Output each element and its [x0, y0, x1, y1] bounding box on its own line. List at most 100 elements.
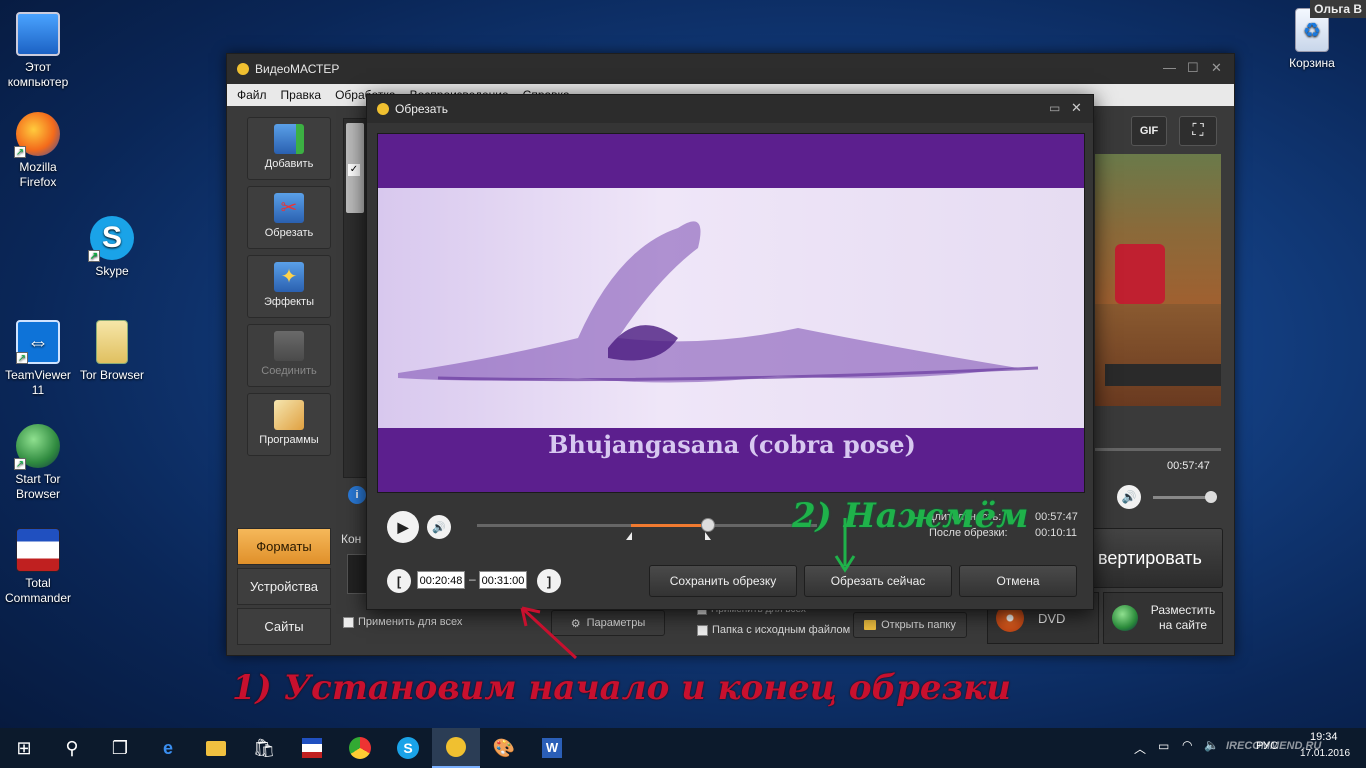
- join-button[interactable]: Соединить: [247, 324, 331, 387]
- window-title: ВидеоМАСТЕР: [255, 62, 340, 76]
- time-separator: –: [469, 572, 476, 586]
- join-film-icon: [274, 331, 304, 361]
- scissors-film-icon: ✂: [274, 193, 304, 223]
- source-folder-checkbox[interactable]: Папка с исходным файлом: [697, 624, 850, 636]
- start-marker[interactable]: [620, 532, 632, 540]
- video-frame: Bhujangasana (cobra pose): [377, 133, 1085, 493]
- speaker-icon[interactable]: 🔈: [1204, 738, 1219, 752]
- close-icon[interactable]: ✕: [1211, 60, 1222, 76]
- app-logo-icon: [237, 63, 249, 75]
- desktop-icon-firefox[interactable]: ↗ Mozilla Firefox: [0, 112, 76, 190]
- annotation-arrow-red: [520, 606, 578, 660]
- menu-file[interactable]: Файл: [237, 88, 267, 102]
- tab-devices[interactable]: Устройства: [237, 568, 331, 605]
- desktop-icon-skype[interactable]: S ↗ Skype: [74, 216, 150, 279]
- set-end-button[interactable]: ]: [537, 569, 561, 593]
- video-caption: Bhujangasana (cobra pose): [548, 430, 916, 459]
- total-commander-taskbar-icon[interactable]: [288, 728, 336, 768]
- teamviewer-icon: ⇔ ↗: [16, 320, 60, 364]
- main-titlebar: ВидеоМАСТЕР — ☐ ✕: [227, 54, 1234, 84]
- word-icon[interactable]: W: [528, 728, 576, 768]
- desktop-icon-start-tor[interactable]: ↗ Start Tor Browser: [0, 424, 76, 502]
- preview-volume-icon[interactable]: 🔊: [1117, 485, 1141, 509]
- firefox-icon: ↗: [14, 112, 60, 158]
- annotation-step2: 2) Нажмём: [792, 496, 1029, 536]
- folder-icon: [864, 620, 877, 630]
- fullscreen-icon[interactable]: ⛶: [1179, 116, 1217, 146]
- desktop-icon-computer[interactable]: Этот компьютер: [0, 12, 76, 90]
- add-film-icon: [274, 124, 304, 154]
- dialog-title: Обрезать: [395, 102, 448, 116]
- open-folder-button[interactable]: Открыть папку: [853, 612, 967, 638]
- add-button[interactable]: Добавить: [247, 117, 331, 180]
- post-site-button[interactable]: Разместить на сайте: [1103, 592, 1223, 644]
- paint-icon[interactable]: 🎨: [480, 728, 528, 768]
- cobra-pose-illustration: [378, 188, 1084, 428]
- preview-volume-knob[interactable]: [1205, 491, 1217, 503]
- tray-chevron-icon[interactable]: ︿: [1134, 740, 1146, 757]
- skype-taskbar-icon[interactable]: S: [384, 728, 432, 768]
- end-time-input[interactable]: 00:31:00: [479, 571, 527, 589]
- timeline-selection: [631, 524, 701, 527]
- tor-browser-icon: [96, 320, 128, 364]
- gif-button[interactable]: GIF: [1131, 116, 1167, 146]
- preview-video: [1095, 154, 1221, 406]
- watermark: IRECOMMEND.RU: [1226, 740, 1322, 752]
- chrome-icon[interactable]: [336, 728, 384, 768]
- globe-icon: [1112, 605, 1138, 631]
- desktop-icon-tor-browser[interactable]: Tor Browser: [74, 320, 150, 383]
- info-icon[interactable]: i: [348, 486, 366, 504]
- programs-button[interactable]: Программы: [247, 393, 331, 456]
- volume-icon[interactable]: 🔊: [427, 515, 451, 539]
- preview-volume-slider[interactable]: [1153, 496, 1211, 499]
- end-marker[interactable]: [705, 532, 717, 540]
- annotation-step1: 1) Установим начало и конец обрезки: [232, 668, 1011, 708]
- conversion-label: Кон: [341, 532, 362, 546]
- dialog-maximize-icon[interactable]: ▭: [1049, 101, 1060, 115]
- after-cut-value: 00:10:11: [1035, 527, 1078, 539]
- dialog-titlebar: Обрезать ▭ ✕: [367, 95, 1093, 123]
- sparkle-effects-icon: ✦: [274, 262, 304, 292]
- start-windows-icon[interactable]: ⊞: [0, 728, 48, 768]
- duration-value: 00:57:47: [1035, 511, 1078, 523]
- cut-now-button[interactable]: Обрезать сейчас: [804, 565, 952, 597]
- cancel-button[interactable]: Отмена: [959, 565, 1077, 597]
- file-explorer-icon[interactable]: [192, 728, 240, 768]
- edge-icon[interactable]: e: [144, 728, 192, 768]
- desktop-icon-total-commander[interactable]: Total Commander: [0, 528, 76, 606]
- apply-all-checkbox[interactable]: Применить для всех: [343, 616, 462, 628]
- timeline-playhead[interactable]: [701, 518, 715, 532]
- file-checkbox[interactable]: ✓: [348, 164, 360, 176]
- dialog-close-icon[interactable]: ✕: [1071, 100, 1082, 116]
- user-label: Ольга В: [1310, 0, 1366, 18]
- tab-sites[interactable]: Сайты: [237, 608, 331, 645]
- videomaster-taskbar-icon[interactable]: [432, 728, 480, 768]
- minimize-icon[interactable]: —: [1163, 60, 1176, 75]
- programs-icon: [274, 400, 304, 430]
- set-start-button[interactable]: [: [387, 569, 411, 593]
- taskbar: ⊞ ⚲ ❐ e 🛍 S 🎨 W ︿ ▭ ◠ 🔈 РУС 19:34 17.01.…: [0, 728, 1366, 768]
- tab-formats[interactable]: Форматы: [237, 528, 331, 565]
- globe-icon: ↗: [14, 424, 60, 470]
- search-icon[interactable]: ⚲: [48, 728, 96, 768]
- maximize-icon[interactable]: ☐: [1187, 60, 1199, 76]
- save-cut-button[interactable]: Сохранить обрезку: [649, 565, 797, 597]
- play-icon[interactable]: ▶: [387, 511, 419, 543]
- desktop-icon-teamviewer[interactable]: ⇔ ↗ TeamViewer 11: [0, 320, 76, 398]
- preview-time: 00:57:47: [1167, 460, 1210, 472]
- annotation-arrow-green: [834, 518, 856, 573]
- start-time-input[interactable]: 00:20:48: [417, 571, 465, 589]
- battery-icon[interactable]: ▭: [1158, 739, 1169, 753]
- menu-edit[interactable]: Правка: [281, 88, 322, 102]
- effects-button[interactable]: ✦ Эффекты: [247, 255, 331, 318]
- total-commander-icon: [16, 528, 60, 572]
- computer-icon: [16, 12, 60, 56]
- preview-progress[interactable]: [1095, 448, 1221, 451]
- cut-button[interactable]: ✂ Обрезать: [247, 186, 331, 249]
- wifi-icon[interactable]: ◠: [1182, 738, 1192, 752]
- task-view-icon[interactable]: ❐: [96, 728, 144, 768]
- app-logo-icon: [377, 103, 389, 115]
- store-icon[interactable]: 🛍: [240, 728, 288, 768]
- timeline-slider[interactable]: [477, 524, 817, 527]
- skype-icon: S ↗: [88, 216, 134, 262]
